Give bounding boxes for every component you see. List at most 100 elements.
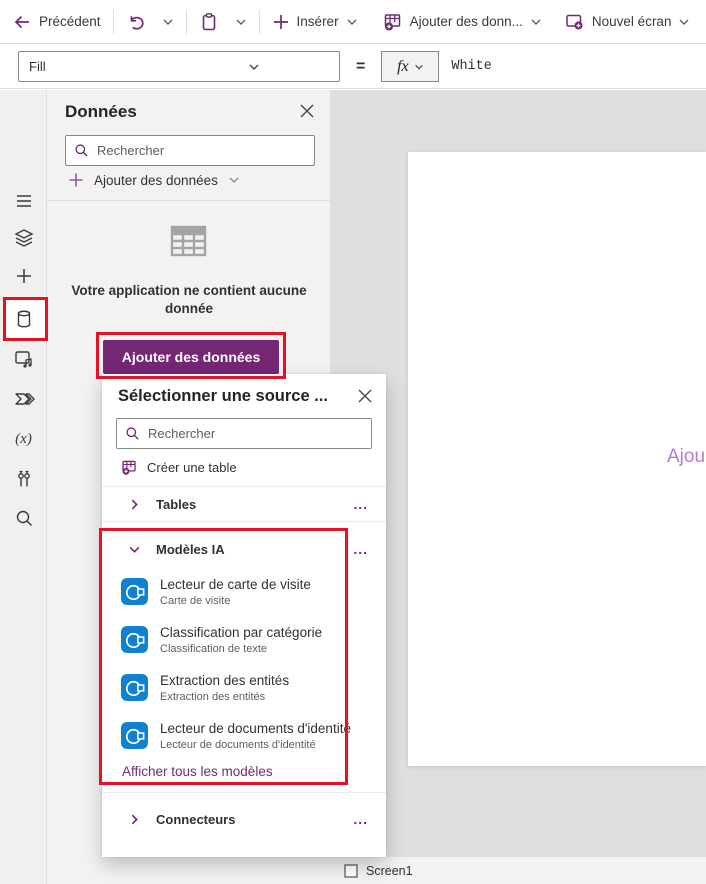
chevron-down-icon	[228, 174, 240, 186]
top-toolbar: Précédent Insérer Ajouter des donn... No…	[0, 0, 706, 44]
add-data-link-label: Ajouter des données	[94, 172, 218, 188]
search-rail-icon[interactable]	[11, 505, 36, 530]
search-input[interactable]	[97, 143, 306, 158]
screen-canvas[interactable]: Ajou	[408, 152, 706, 766]
chevron-down-icon	[346, 16, 358, 28]
screen-add-icon	[564, 11, 585, 32]
insert-button[interactable]: Insérer	[264, 5, 366, 39]
create-table-label: Créer une table	[147, 459, 237, 475]
more-icon[interactable]: ...	[353, 541, 368, 557]
show-all-models-link[interactable]: Afficher tous les modèles	[122, 764, 273, 779]
plus-icon	[68, 172, 84, 188]
ai-builder-icon	[121, 674, 148, 701]
section-ai-models-label: Modèles IA	[156, 541, 225, 557]
arrow-left-icon	[12, 12, 32, 32]
search-input[interactable]	[148, 426, 363, 441]
back-label: Précédent	[39, 14, 101, 29]
paste-menu-button[interactable]	[227, 5, 255, 39]
chevron-right-icon	[128, 813, 141, 826]
insert-label: Insérer	[296, 14, 339, 29]
add-data-link[interactable]: Ajouter des données	[68, 172, 240, 188]
ai-model-title: Classification par catégorie	[160, 625, 323, 640]
section-ai-models[interactable]: Modèles IA ...	[102, 532, 386, 566]
toolbar-divider	[258, 9, 260, 34]
canvas-hint-text: Ajou	[667, 446, 706, 467]
section-tables-label: Tables	[156, 496, 197, 512]
variables-glyph: (x)	[15, 431, 32, 447]
toolbar-divider	[185, 9, 187, 34]
empty-table-icon	[167, 220, 210, 263]
section-tables[interactable]: Tables ...	[102, 487, 386, 521]
ai-model-subtitle: Lecteur de documents d'identité	[160, 739, 316, 751]
fx-dropdown[interactable]: fx	[381, 51, 440, 82]
undo-menu-button[interactable]	[154, 5, 182, 39]
canvas-area: Ajou Screen1	[330, 90, 706, 884]
formula-bar: Fill = fx White	[0, 45, 706, 89]
power-automate-icon[interactable]	[11, 386, 36, 411]
popup-searchbox	[116, 418, 372, 449]
ai-builder-icon	[121, 626, 148, 653]
menu-icon[interactable]	[11, 188, 36, 213]
more-icon[interactable]: ...	[353, 811, 368, 827]
powerapps-studio: Précédent Insérer Ajouter des donn... No…	[0, 0, 706, 884]
chevron-down-icon	[530, 16, 542, 28]
ai-builder-icon	[121, 578, 148, 605]
plus-icon	[272, 13, 290, 31]
ai-model-item[interactable]: Classification par catégorie Classificat…	[102, 618, 386, 666]
property-dropdown[interactable]: Fill	[18, 51, 340, 82]
add-data-toolbar-button[interactable]: Ajouter des donn...	[374, 5, 550, 39]
add-data-button[interactable]: Ajouter des données	[103, 340, 279, 374]
ai-model-subtitle: Carte de visite	[160, 595, 231, 607]
search-icon	[125, 426, 140, 441]
close-icon[interactable]	[300, 104, 314, 118]
equals-sign: =	[356, 57, 366, 75]
screen-checkbox-icon[interactable]	[344, 863, 358, 878]
controls-icon[interactable]	[11, 466, 36, 491]
left-rail: (x)	[0, 90, 48, 884]
new-screen-button[interactable]: Nouvel écran	[556, 5, 699, 39]
close-icon[interactable]	[358, 389, 372, 403]
screen-breadcrumb-bar: Screen1	[330, 857, 706, 884]
ai-model-title: Extraction des entités	[160, 673, 290, 688]
toolbar-divider	[112, 9, 114, 34]
tree-view-icon[interactable]	[11, 225, 36, 250]
ai-model-subtitle: Extraction des entités	[160, 691, 266, 703]
new-screen-label: Nouvel écran	[591, 14, 672, 29]
divider	[102, 521, 386, 522]
divider	[102, 792, 386, 793]
data-panel-searchbox	[65, 135, 315, 166]
chevron-down-icon	[162, 16, 174, 28]
more-icon[interactable]: ...	[353, 496, 368, 512]
media-icon[interactable]	[11, 346, 36, 371]
chevron-right-icon	[128, 498, 141, 511]
ai-model-item[interactable]: Extraction des entités Extraction des en…	[102, 666, 386, 714]
ai-model-item[interactable]: Lecteur de carte de visite Carte de visi…	[102, 570, 386, 618]
undo-icon	[126, 12, 146, 32]
ai-model-title: Lecteur de documents d'identité	[160, 721, 351, 736]
formula-input[interactable]: White	[451, 59, 492, 74]
section-connectors-label: Connecteurs	[156, 811, 236, 827]
ai-builder-icon	[121, 722, 148, 749]
back-button[interactable]: Précédent	[4, 5, 109, 39]
add-data-toolbar-label: Ajouter des donn...	[409, 14, 523, 29]
ai-model-subtitle: Classification de texte	[160, 643, 267, 655]
undo-button[interactable]	[118, 5, 154, 39]
fx-label: fx	[397, 57, 409, 75]
table-add-icon	[120, 458, 138, 476]
chevron-down-icon	[414, 62, 424, 72]
screen-label[interactable]: Screen1	[366, 864, 413, 878]
data-icon[interactable]	[11, 306, 36, 331]
create-table-button[interactable]: Créer une table	[120, 458, 237, 476]
clipboard-icon	[199, 12, 219, 32]
ai-model-title: Lecteur de carte de visite	[160, 577, 311, 592]
chevron-down-icon	[678, 16, 690, 28]
variables-icon[interactable]: (x)	[11, 427, 36, 452]
data-panel-title: Données	[65, 102, 137, 121]
search-icon	[74, 143, 89, 158]
paste-button[interactable]	[191, 5, 227, 39]
ai-model-item[interactable]: Lecteur de documents d'identité Lecteur …	[102, 714, 386, 762]
select-data-source-popup: Sélectionner une source ... Créer une ta…	[102, 374, 386, 857]
insert-rail-icon[interactable]	[11, 263, 36, 288]
section-connectors[interactable]: Connecteurs ...	[102, 802, 386, 836]
table-add-icon	[382, 11, 403, 32]
